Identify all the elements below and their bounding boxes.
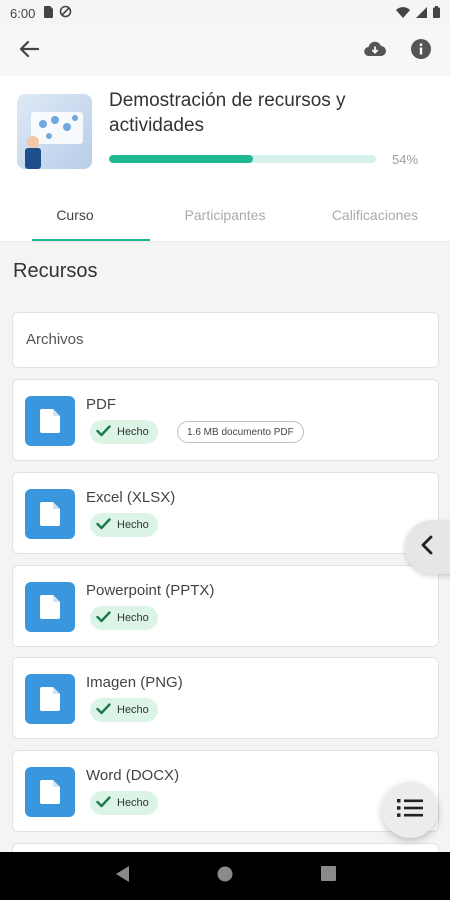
completion-badge[interactable]: Hecho xyxy=(90,420,158,444)
check-icon xyxy=(96,424,111,440)
resource-name: PDF xyxy=(86,396,116,413)
completion-badge[interactable]: Hecho xyxy=(90,606,158,630)
resource-name: Imagen (PNG) xyxy=(86,674,183,691)
nav-back-icon[interactable] xyxy=(114,865,130,888)
resource-card-partial[interactable] xyxy=(12,843,439,852)
course-header: Demostración de recursos y actividades 5… xyxy=(0,76,450,196)
check-icon xyxy=(96,517,111,533)
subsection-label: Archivos xyxy=(26,331,84,348)
file-icon xyxy=(25,674,75,724)
file-icon xyxy=(25,396,75,446)
check-icon xyxy=(96,702,111,718)
list-icon xyxy=(397,798,423,823)
back-button[interactable] xyxy=(14,38,44,64)
section-title: Recursos xyxy=(13,260,98,282)
course-progress-bar xyxy=(109,155,376,163)
tab-calificaciones[interactable]: Calificaciones xyxy=(300,196,450,241)
chevron-left-icon xyxy=(421,535,433,560)
subsection-archivos[interactable]: Archivos xyxy=(12,312,439,368)
tab-curso[interactable]: Curso xyxy=(0,196,150,241)
file-icon xyxy=(25,582,75,632)
completion-label: Hecho xyxy=(117,797,149,809)
signal-icon xyxy=(416,6,427,21)
completion-badge[interactable]: Hecho xyxy=(90,791,158,815)
sim-card-icon xyxy=(43,5,54,21)
completion-badge[interactable]: Hecho xyxy=(90,698,158,722)
nav-recents-icon[interactable] xyxy=(321,866,337,886)
nav-home-icon[interactable] xyxy=(217,866,233,887)
info-icon xyxy=(411,38,431,64)
resource-card-image[interactable]: Imagen (PNG) Hecho xyxy=(12,657,439,739)
resource-card-pdf[interactable]: PDF Hecho 1.6 MB documento PDF xyxy=(12,379,439,461)
course-info-button[interactable] xyxy=(408,38,434,64)
data-saver-icon xyxy=(59,5,72,21)
battery-icon xyxy=(433,5,440,21)
file-icon xyxy=(25,767,75,817)
course-thumbnail xyxy=(17,94,92,169)
course-index-drawer-toggle[interactable] xyxy=(405,520,450,574)
file-info-chip: 1.6 MB documento PDF xyxy=(177,421,304,443)
course-content: Recursos Archivos PDF Hecho 1.6 MB docum… xyxy=(0,242,450,852)
check-icon xyxy=(96,795,111,811)
cloud-download-icon xyxy=(364,41,386,62)
resource-card-powerpoint[interactable]: Powerpoint (PPTX) Hecho xyxy=(12,565,439,647)
completion-label: Hecho xyxy=(117,519,149,531)
course-title: Demostración de recursos y actividades xyxy=(109,90,346,136)
resource-name: Powerpoint (PPTX) xyxy=(86,582,215,599)
status-bar: 6:00 xyxy=(0,0,450,26)
resource-card-word[interactable]: Word (DOCX) Hecho xyxy=(12,750,439,832)
resource-card-excel[interactable]: Excel (XLSX) Hecho xyxy=(12,472,439,554)
arrow-back-icon xyxy=(19,40,40,63)
course-index-button[interactable] xyxy=(382,782,438,838)
course-tabs: Curso Participantes Calificaciones xyxy=(0,196,450,242)
course-progress-label: 54% xyxy=(392,152,419,167)
resource-name: Excel (XLSX) xyxy=(86,489,176,506)
resource-name: Word (DOCX) xyxy=(86,767,180,784)
completion-label: Hecho xyxy=(117,612,149,624)
completion-label: Hecho xyxy=(117,426,149,438)
app-bar xyxy=(0,26,450,76)
file-icon xyxy=(25,489,75,539)
check-icon xyxy=(96,610,111,626)
completion-label: Hecho xyxy=(117,704,149,716)
tab-participantes[interactable]: Participantes xyxy=(150,196,300,241)
download-course-button[interactable] xyxy=(362,38,388,64)
system-nav-bar xyxy=(0,852,450,900)
course-progress-fill xyxy=(109,155,254,163)
wifi-icon xyxy=(396,6,410,21)
status-time: 6:00 xyxy=(10,5,36,21)
completion-badge[interactable]: Hecho xyxy=(90,513,158,537)
